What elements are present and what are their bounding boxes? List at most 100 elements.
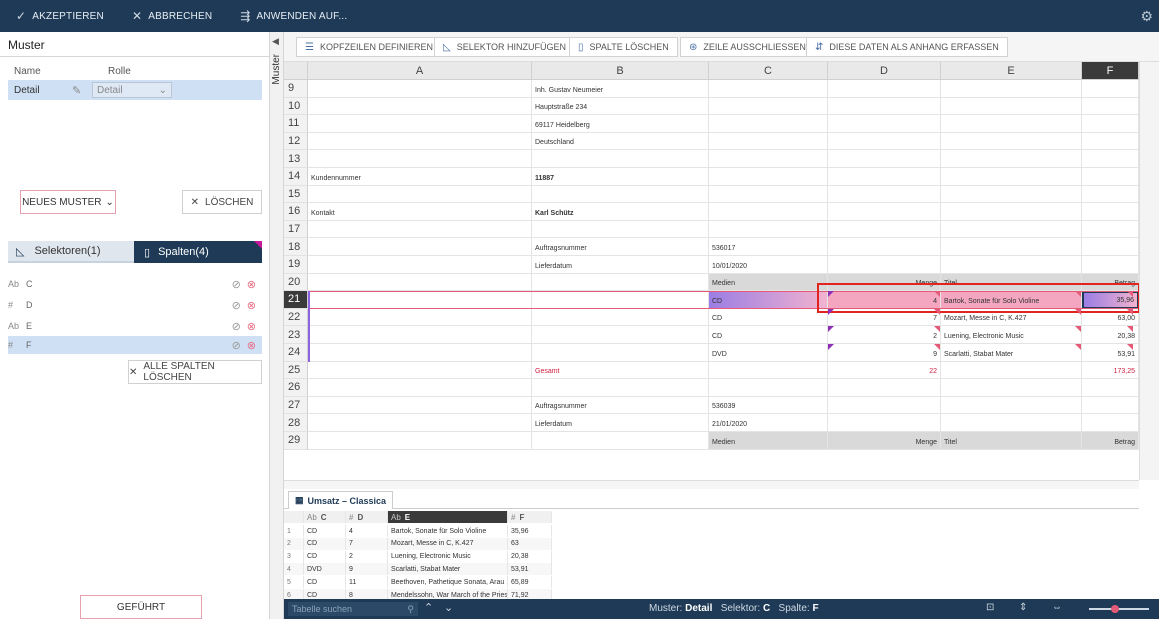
cell-b13[interactable] [532, 150, 709, 168]
cell-e26[interactable] [941, 379, 1082, 397]
column-item[interactable]: Ab E ⊘ ⊗ [8, 317, 262, 335]
cell-f28[interactable] [1082, 414, 1139, 432]
cell-d18[interactable] [828, 238, 941, 256]
cell-b29[interactable] [532, 432, 709, 450]
gear-icon[interactable]: ⚙ [1140, 8, 1153, 25]
cell-e9[interactable] [941, 80, 1082, 98]
cell-c27[interactable]: 536039 [709, 396, 828, 415]
table-row[interactable]: 2 CD 7 Mozart, Messe in C, K.427 63 [284, 537, 552, 550]
cell-b22[interactable] [532, 308, 709, 327]
delete-pattern-button[interactable]: ✕ LÖSCHEN [182, 190, 262, 214]
cell-b26[interactable] [532, 379, 709, 397]
chevron-down-icon[interactable]: ⌄ [444, 601, 453, 614]
column-header-f[interactable]: F [1082, 62, 1139, 80]
table-row[interactable]: 5 CD 11 Beethoven, Pathetique Sonata, Arau 6… [284, 576, 552, 589]
cell-f29[interactable]: Betrag [1082, 432, 1139, 450]
column-header-f[interactable]: # F [508, 511, 552, 523]
cell-c20[interactable]: Medien [709, 273, 828, 292]
cell-b14[interactable]: 11887 [532, 168, 709, 186]
row-header-19[interactable]: 19 [284, 256, 308, 274]
cell-f17[interactable] [1082, 220, 1139, 239]
edit-icon[interactable]: ✎ [72, 84, 92, 97]
cell-a19[interactable] [308, 256, 532, 274]
cell-d12[interactable] [828, 132, 941, 151]
cell-f9[interactable] [1082, 80, 1139, 98]
row-header-11[interactable]: 11 [284, 115, 308, 133]
row-header-16[interactable]: 16 [284, 203, 308, 221]
column-item[interactable]: # F ⊘ ⊗ [8, 336, 262, 354]
cell-c23[interactable]: CD [709, 326, 828, 344]
cell-f11[interactable] [1082, 115, 1139, 133]
spreadsheet-grid[interactable]: A B C D E F 9 Inh. Gustav Neumeier 10 Hauptstraße… [284, 62, 1139, 480]
cell-f18[interactable] [1082, 238, 1139, 256]
cell-c22[interactable]: CD [709, 308, 828, 327]
row-header-20[interactable]: 20 [284, 273, 308, 292]
cell-e14[interactable] [941, 168, 1082, 186]
fit-width-icon[interactable]: ⇔ [1052, 602, 1062, 613]
cell-a10[interactable] [308, 97, 532, 116]
cell-c13[interactable] [709, 150, 828, 168]
collapse-icon[interactable]: ◀ [272, 36, 279, 47]
cell-c10[interactable] [709, 97, 828, 116]
exclude-row-button[interactable]: ⊛ ZEILE AUSSCHLIEßEN [680, 37, 815, 57]
cell-b11[interactable]: 69117 Heidelberg [532, 115, 709, 133]
remove-icon[interactable]: ⊗ [247, 320, 256, 333]
edit-icon[interactable]: ⊘ [232, 278, 241, 291]
row-header-29[interactable]: 29 [284, 432, 308, 450]
cell-b12[interactable]: Deutschland [532, 132, 709, 151]
cell-d13[interactable] [828, 150, 941, 168]
cell-d23[interactable]: 2 [828, 326, 941, 344]
cell-c19[interactable]: 10/01/2020 [709, 256, 828, 274]
cell-a12[interactable] [308, 132, 532, 151]
add-selector-button[interactable]: ◺ SELEKTOR HINZUFÜGEN [434, 37, 576, 57]
cell-c15[interactable] [709, 185, 828, 204]
remove-icon[interactable]: ⊗ [247, 278, 256, 291]
column-header-d[interactable]: D [828, 62, 941, 80]
table-row[interactable]: 1 CD 4 Bartok, Sonate für Solo Violine 35,96 [284, 525, 552, 537]
cell-f14[interactable] [1082, 168, 1139, 186]
cell-f10[interactable] [1082, 97, 1139, 116]
row-header-26[interactable]: 26 [284, 379, 308, 397]
table-row[interactable]: 3 CD 2 Luening, Electronic Music 20,38 [284, 550, 552, 563]
cell-e18[interactable] [941, 238, 1082, 256]
cell-a24[interactable] [308, 344, 532, 362]
cell-d26[interactable] [828, 379, 941, 397]
column-item[interactable]: # D ⊘ ⊗ [8, 296, 262, 314]
cell-e25[interactable] [941, 361, 1082, 380]
cell-d10[interactable] [828, 97, 941, 116]
cell-a18[interactable] [308, 238, 532, 256]
cell-a11[interactable] [308, 115, 532, 133]
cell-f16[interactable] [1082, 203, 1139, 221]
delete-all-columns-button[interactable]: ✕ ALLE SPALTEN LÖSCHEN [128, 360, 262, 384]
column-header-e[interactable]: E [941, 62, 1082, 80]
delete-column-button[interactable]: ▯ SPALTE LÖSCHEN [569, 37, 678, 57]
cell-d11[interactable] [828, 115, 941, 133]
cell-e27[interactable] [941, 396, 1082, 415]
table-row[interactable]: 4 DVD 9 Scarlatti, Stabat Mater 53,91 [284, 563, 552, 576]
cell-c16[interactable] [709, 203, 828, 221]
cell-e15[interactable] [941, 185, 1082, 204]
cell-a25[interactable] [308, 361, 532, 380]
cell-d17[interactable] [828, 220, 941, 239]
cell-a17[interactable] [308, 220, 532, 239]
cell-b19[interactable]: Lieferdatum [532, 256, 709, 274]
cell-c17[interactable] [709, 220, 828, 239]
cell-d25[interactable]: 22 [828, 361, 941, 380]
new-pattern-button[interactable]: NEUES MUSTER ⌄ [20, 190, 116, 214]
pattern-side-tab[interactable]: ◀ Muster [270, 32, 284, 619]
cell-b25[interactable]: Gesamt [532, 361, 709, 380]
cell-e24[interactable]: Scarlatti, Stabat Mater [941, 344, 1082, 362]
cell-c26[interactable] [709, 379, 828, 397]
row-header-27[interactable]: 27 [284, 396, 308, 415]
cell-a29[interactable] [308, 432, 532, 450]
cell-d27[interactable] [828, 396, 941, 415]
cell-b23[interactable] [532, 326, 709, 344]
guided-button[interactable]: GEFÜHRT [80, 595, 202, 619]
column-header-e[interactable]: Ab E [388, 511, 508, 523]
cell-b18[interactable]: Auftragsnummer [532, 238, 709, 256]
cell-a9[interactable] [308, 80, 532, 98]
column-header-c[interactable]: C [709, 62, 828, 80]
cell-f12[interactable] [1082, 132, 1139, 151]
cell-b24[interactable] [532, 344, 709, 362]
column-header-b[interactable]: B [532, 62, 709, 80]
